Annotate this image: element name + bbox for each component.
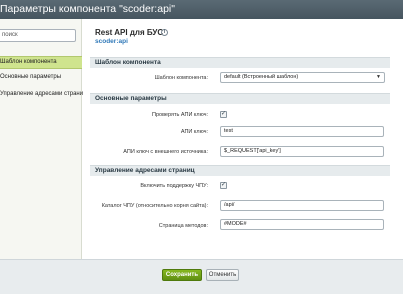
- sef-folder-input[interactable]: /api/: [220, 200, 384, 211]
- check-api-key-label: Проверять АПИ ключ:: [152, 112, 208, 118]
- window-titlebar: Параметры компонента "scoder:api": [0, 0, 403, 19]
- dialog-footer: Сохранить Отменить: [0, 259, 403, 294]
- template-select[interactable]: default (Встроенный шаблон) ▼: [220, 72, 385, 83]
- sef-mode-label: Включить поддержку ЧПУ:: [140, 183, 208, 189]
- sidebar-item-template[interactable]: Шаблон компонента: [0, 56, 82, 69]
- template-label: Шаблон компонента:: [154, 75, 208, 81]
- settings-panel: Rest API для БУС i scoder:api Шаблон ком…: [83, 19, 403, 259]
- template-select-value: default (Встроенный шаблон): [224, 74, 299, 80]
- api-key-source-input[interactable]: $_REQUEST['api_key']: [220, 146, 384, 157]
- methods-page-input[interactable]: #MODE#: [220, 219, 384, 230]
- sef-folder-label: Каталог ЧПУ (относительно корня сайта):: [101, 203, 208, 209]
- api-key-source-label: АПИ ключ с внешнего источника:: [123, 149, 208, 155]
- section-urls: Управление адресами страниц: [90, 165, 390, 176]
- info-icon[interactable]: i: [161, 29, 168, 36]
- check-api-key-checkbox[interactable]: ✓: [220, 111, 227, 118]
- chevron-down-icon: ▼: [376, 74, 381, 80]
- sidebar-item-main[interactable]: Основные параметры: [0, 71, 82, 84]
- sidebar: поиск Шаблон компонента Основные парамет…: [0, 19, 87, 259]
- save-button[interactable]: Сохранить: [162, 269, 202, 281]
- window-title: Параметры компонента "scoder:api": [0, 3, 175, 15]
- sef-mode-checkbox[interactable]: ✓: [220, 182, 227, 189]
- sidebar-item-urls[interactable]: Управление адресами страниц: [0, 88, 87, 101]
- cancel-button[interactable]: Отменить: [206, 269, 239, 281]
- methods-page-label: Страница методов:: [158, 223, 208, 229]
- page-title: Rest API для БУС: [95, 28, 164, 37]
- section-template: Шаблон компонента: [90, 57, 390, 68]
- search-input[interactable]: поиск: [0, 29, 76, 42]
- section-main: Основные параметры: [90, 93, 390, 104]
- api-key-label: АПИ ключ:: [180, 129, 208, 135]
- api-key-input[interactable]: test: [220, 126, 384, 137]
- component-code: scoder:api: [95, 38, 128, 45]
